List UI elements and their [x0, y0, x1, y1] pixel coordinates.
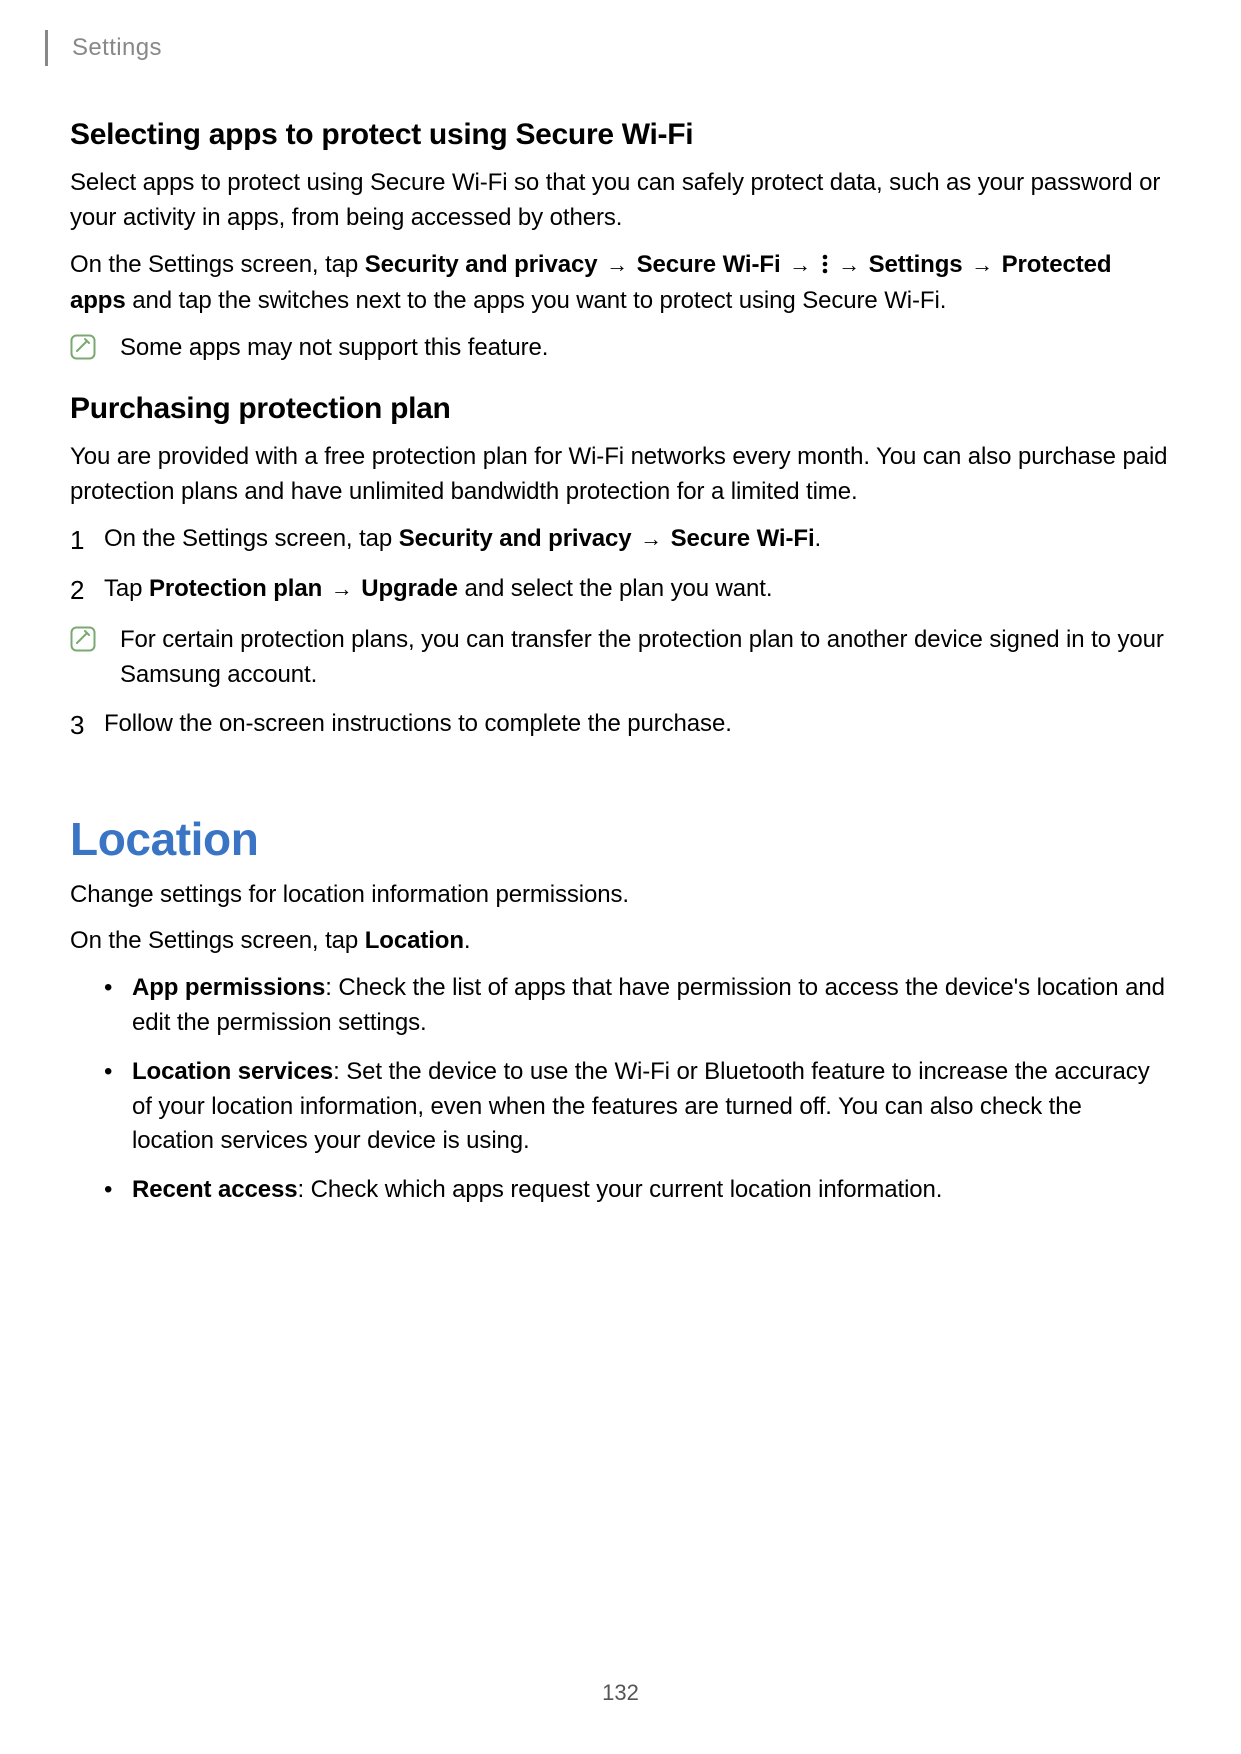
page-content: Selecting apps to protect using Secure W… — [70, 100, 1170, 1222]
menu-path-item: Settings — [869, 251, 963, 278]
page-number: 132 — [0, 1680, 1241, 1706]
bullet-item: Recent access: Check which apps request … — [104, 1173, 1170, 1208]
text: Tap — [104, 575, 149, 602]
header-divider — [45, 30, 48, 66]
text: and select the plan you want. — [458, 575, 773, 602]
paragraph-instructions: On the Settings screen, tap Security and… — [70, 248, 1170, 320]
paragraph: Change settings for location information… — [70, 878, 1170, 913]
bullet-label: Location services — [132, 1058, 333, 1085]
bullet-item: Location services: Set the device to use… — [104, 1055, 1170, 1159]
text: . — [464, 927, 471, 954]
note-text: For certain protection plans, you can tr… — [120, 623, 1170, 693]
more-options-icon — [820, 250, 830, 285]
text: and tap the switches next to the apps yo… — [126, 287, 947, 314]
menu-path-item: Secure Wi-Fi — [671, 525, 815, 552]
text: . — [815, 525, 822, 552]
step-item: On the Settings screen, tap Security and… — [70, 522, 1170, 557]
arrow-icon: → — [329, 573, 355, 605]
page: Settings Selecting apps to protect using… — [0, 0, 1241, 1754]
heading-secure-wifi-apps: Selecting apps to protect using Secure W… — [70, 118, 1170, 152]
menu-path-item: Protection plan — [149, 575, 322, 602]
arrow-icon: → — [638, 523, 664, 555]
bullet-list: App permissions: Check the list of apps … — [104, 971, 1170, 1208]
steps-list-continued: Follow the on-screen instructions to com… — [70, 707, 1170, 742]
paragraph: Select apps to protect using Secure Wi-F… — [70, 166, 1170, 236]
menu-path-item: Upgrade — [361, 575, 458, 602]
bullet-label: App permissions — [132, 974, 325, 1001]
menu-path-item: Security and privacy — [399, 525, 632, 552]
arrow-icon: → — [787, 249, 813, 281]
arrow-icon: → — [969, 249, 995, 281]
step-item: Tap Protection plan → Upgrade and select… — [70, 572, 1170, 607]
header-section-label: Settings — [72, 34, 162, 62]
note-text: Some apps may not support this feature. — [120, 331, 548, 366]
note-icon — [70, 334, 96, 360]
menu-path-item: Location — [365, 927, 464, 954]
paragraph-instructions: On the Settings screen, tap Location. — [70, 924, 1170, 959]
menu-path-item: Secure Wi-Fi — [637, 251, 781, 278]
heading-location: Location — [70, 812, 1170, 866]
note-icon — [70, 626, 96, 652]
bullet-text: : Check which apps request your current … — [297, 1176, 942, 1203]
menu-path-item: Security and privacy — [365, 251, 598, 278]
heading-purchasing-plan: Purchasing protection plan — [70, 392, 1170, 426]
text: On the Settings screen, tap — [70, 251, 365, 278]
paragraph: You are provided with a free protection … — [70, 440, 1170, 510]
arrow-icon: → — [604, 249, 630, 281]
text: On the Settings screen, tap — [104, 525, 399, 552]
bullet-label: Recent access — [132, 1176, 297, 1203]
note-block: For certain protection plans, you can tr… — [70, 623, 1170, 693]
bullet-item: App permissions: Check the list of apps … — [104, 971, 1170, 1041]
text: On the Settings screen, tap — [70, 927, 365, 954]
arrow-icon: → — [836, 249, 862, 281]
steps-list: On the Settings screen, tap Security and… — [70, 522, 1170, 608]
page-header: Settings — [45, 30, 162, 66]
step-item: Follow the on-screen instructions to com… — [70, 707, 1170, 742]
note-block: Some apps may not support this feature. — [70, 331, 1170, 366]
